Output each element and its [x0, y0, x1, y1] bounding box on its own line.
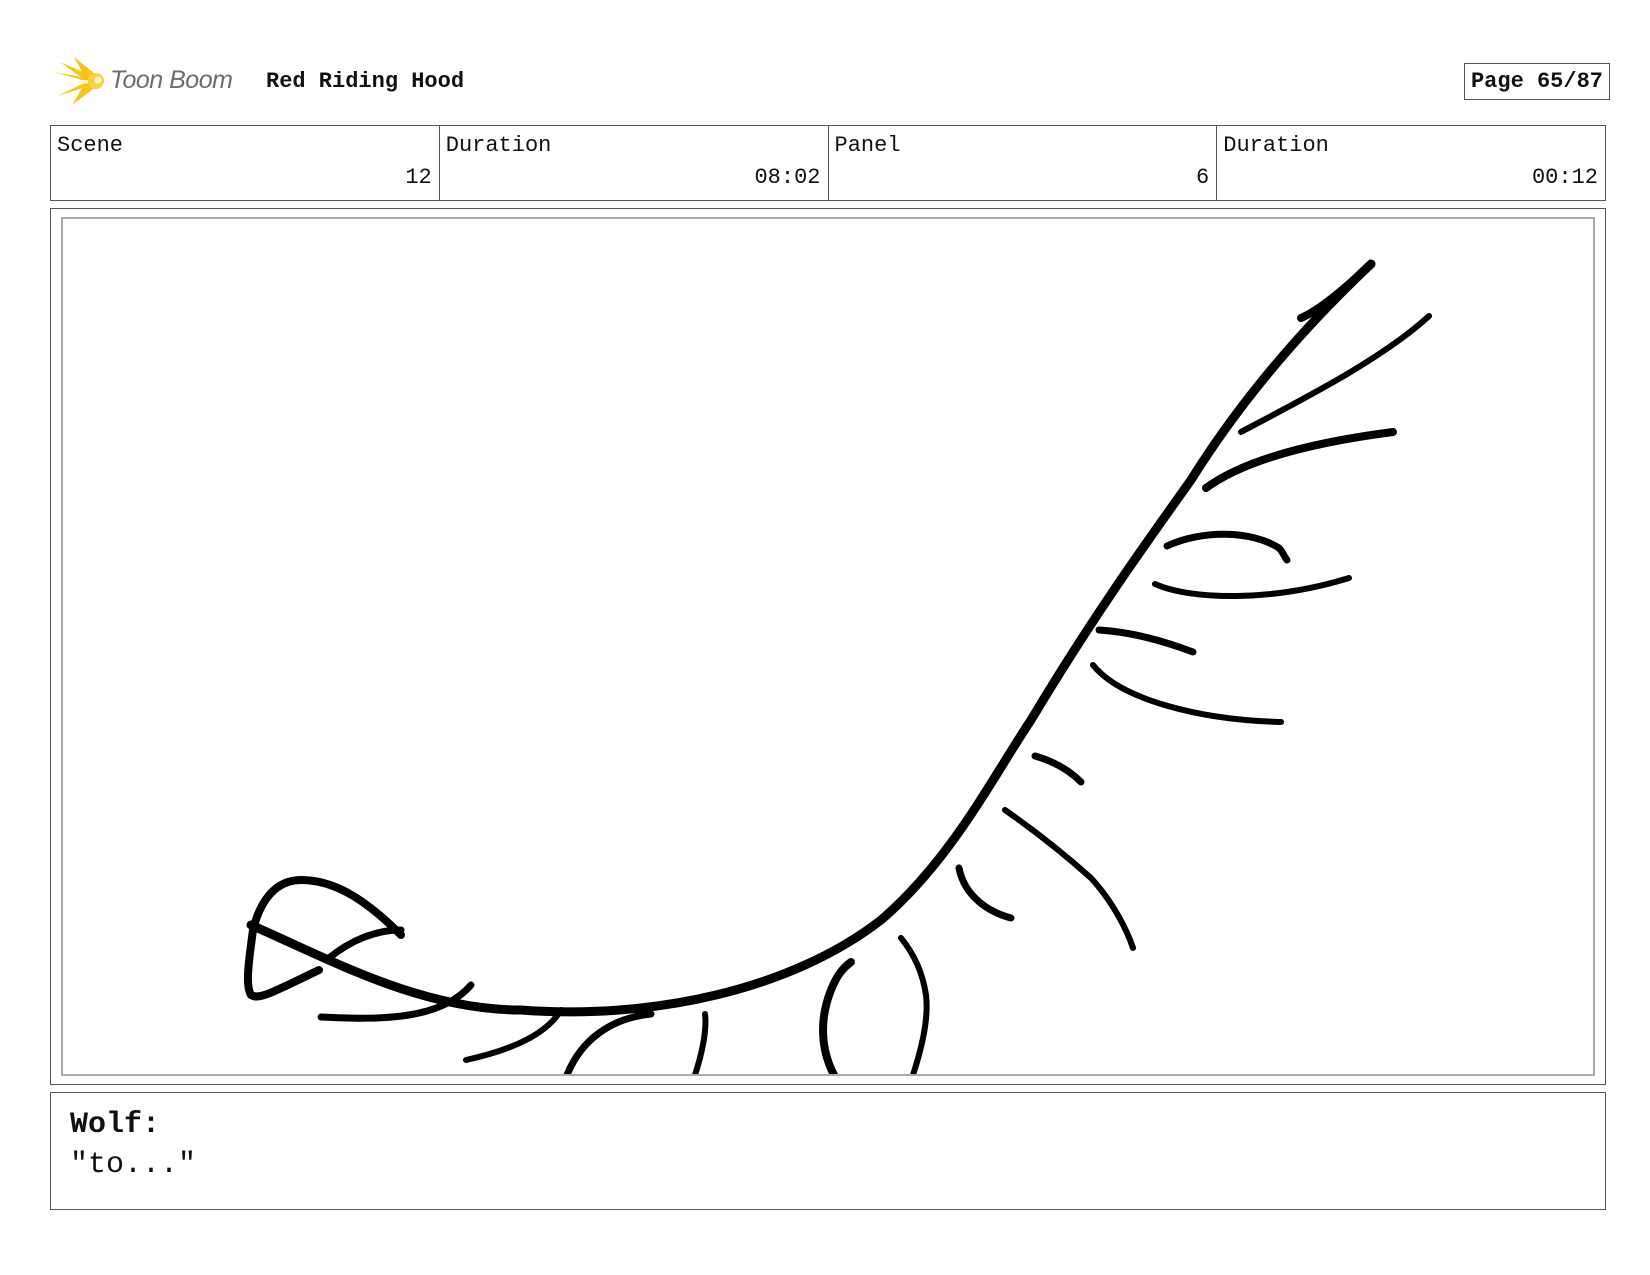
scene-value: 12 [405, 165, 432, 190]
page-header: Toon Boom Red Riding Hood Page 65/87 [50, 56, 1610, 106]
toon-boom-logo: Toon Boom [52, 56, 252, 106]
panel-value: 6 [1196, 165, 1210, 190]
scene-info-bar: Scene 12 Duration 08:02 Panel 6 Duration… [50, 125, 1606, 201]
panel-duration-value: 00:12 [1531, 165, 1598, 190]
panel-duration-label: Duration [1223, 133, 1329, 158]
scene-label: Scene [57, 133, 124, 158]
storyboard-panel [50, 208, 1606, 1085]
scene-cell: Scene 12 [51, 126, 440, 200]
panel-cell: Panel 6 [829, 126, 1218, 200]
scene-duration-label: Duration [445, 133, 552, 158]
panel-drawing-area [61, 217, 1595, 1076]
dialogue-line: "to..." [70, 1148, 197, 1182]
speaker-name: Wolf: [70, 1108, 161, 1142]
project-title: Red Riding Hood [266, 69, 465, 94]
logo-text: Toon Boom [110, 66, 233, 94]
starburst-icon [52, 57, 104, 105]
scene-duration-value: 08:02 [754, 165, 821, 190]
wolf-tail-sketch [243, 259, 1432, 1074]
scene-duration-cell: Duration 08:02 [440, 126, 829, 200]
dialogue-box: Wolf: "to..." [50, 1092, 1606, 1210]
page-number: Page 65/87 [1463, 63, 1610, 100]
panel-duration-cell: Duration 00:12 [1217, 126, 1605, 200]
panel-label: Panel [834, 133, 901, 158]
